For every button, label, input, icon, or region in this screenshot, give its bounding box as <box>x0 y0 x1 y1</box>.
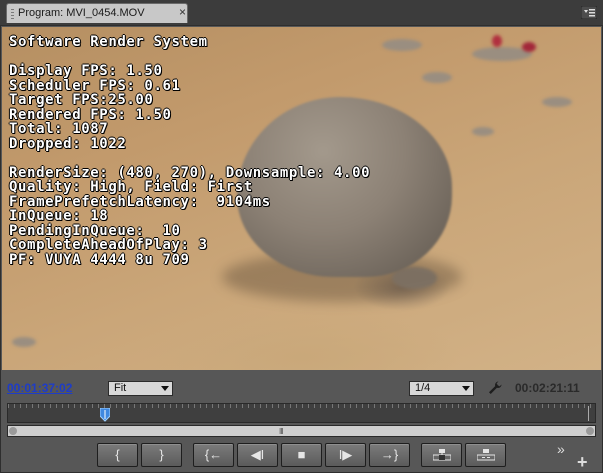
panel-menu-icon[interactable] <box>581 6 597 19</box>
program-monitor-tab[interactable]: Program: MVI_0454.MOV × <box>6 3 188 23</box>
step-forward-button[interactable]: I▶ <box>325 443 366 467</box>
render-stat-line: CompleteAheadOfPlay: 3 <box>9 237 208 253</box>
stop-button[interactable]: ■ <box>281 443 322 467</box>
zoom-scrollbar[interactable]: III <box>7 425 596 437</box>
render-stat-line: PendingInQueue: 10 <box>9 222 181 239</box>
render-stats-overlay: Software Render System Display FPS: 1.50… <box>9 35 370 267</box>
zoom-level-select[interactable]: Fit <box>108 381 173 396</box>
tab-grip-icon[interactable] <box>11 9 14 19</box>
background-stone <box>422 72 452 83</box>
add-button-icon[interactable]: + <box>577 452 588 473</box>
more-controls-icon[interactable]: » <box>557 441 565 457</box>
render-stat-line: Dropped: 1022 <box>9 135 127 152</box>
zoom-handle-right[interactable] <box>586 427 594 435</box>
chevron-down-icon <box>462 386 470 391</box>
render-stat-line: Quality: High, Field: First <box>9 179 253 195</box>
panel-tab-bar: Program: MVI_0454.MOV × <box>0 0 603 26</box>
ruler-ticks <box>8 404 595 408</box>
render-stat-line: Scheduler FPS: 0.61 <box>9 77 181 94</box>
current-timecode[interactable]: 00:01:37:02 <box>7 381 72 395</box>
zoom-handle-left[interactable] <box>9 427 17 435</box>
render-stat-line <box>9 151 370 166</box>
extract-icon <box>476 449 495 461</box>
mark-out-button[interactable]: } <box>141 443 182 467</box>
duration-timecode: 00:02:21:11 <box>515 381 580 395</box>
background-stone <box>542 97 572 107</box>
time-ruler[interactable] <box>7 403 596 423</box>
tab-close-icon[interactable]: × <box>179 5 186 19</box>
tab-title: Program: MVI_0454.MOV <box>18 7 145 19</box>
zoom-level-value: Fit <box>114 382 127 394</box>
wrench-icon[interactable] <box>487 380 503 396</box>
step-back-button[interactable]: ◀I <box>237 443 278 467</box>
lift-button[interactable] <box>421 443 462 467</box>
program-video-frame[interactable]: Software Render System Display FPS: 1.50… <box>2 27 601 370</box>
extract-button[interactable] <box>465 443 506 467</box>
zoom-scrollbar-grip[interactable]: III <box>279 427 284 436</box>
render-stat-line: Display FPS: 1.50 <box>9 63 163 79</box>
render-stat-line: Total: 1087 <box>9 121 109 137</box>
background-stone <box>12 337 36 347</box>
render-stat-line: Software Render System <box>9 34 208 50</box>
chevron-down-icon <box>161 386 169 391</box>
render-stat-line: PF: VUYA 4444 8u 709 <box>9 251 190 268</box>
program-monitor-panel: Program: MVI_0454.MOV × Software Render … <box>0 0 603 473</box>
mark-in-button[interactable]: { <box>97 443 138 467</box>
playback-resolution-select[interactable]: 1/4 <box>409 381 474 396</box>
lift-icon <box>432 449 451 461</box>
go-to-out-button[interactable]: →} <box>369 443 410 467</box>
monitor-controls: 00:01:37:02 Fit 1/4 00:02:21:11 III {} … <box>0 372 603 473</box>
render-stat-line: Target FPS:25.00 <box>9 92 154 108</box>
playback-resolution-value: 1/4 <box>415 382 431 394</box>
render-stat-line <box>9 50 370 65</box>
background-stone <box>472 127 494 136</box>
render-stat-line: InQueue: 18 <box>9 208 109 224</box>
go-to-in-button[interactable]: {← <box>193 443 234 467</box>
distant-person <box>522 42 536 52</box>
background-stone <box>382 39 422 51</box>
playhead-icon[interactable] <box>100 408 110 422</box>
render-stat-line: FramePrefetchLatency: 9104ms <box>9 193 271 210</box>
render-stat-line: Rendered FPS: 1.50 <box>9 106 172 123</box>
distant-person <box>492 35 502 47</box>
render-stat-line: RenderSize: (480, 270), Downsample: 4.00 <box>9 164 371 181</box>
ruler-end-marker <box>588 406 589 421</box>
